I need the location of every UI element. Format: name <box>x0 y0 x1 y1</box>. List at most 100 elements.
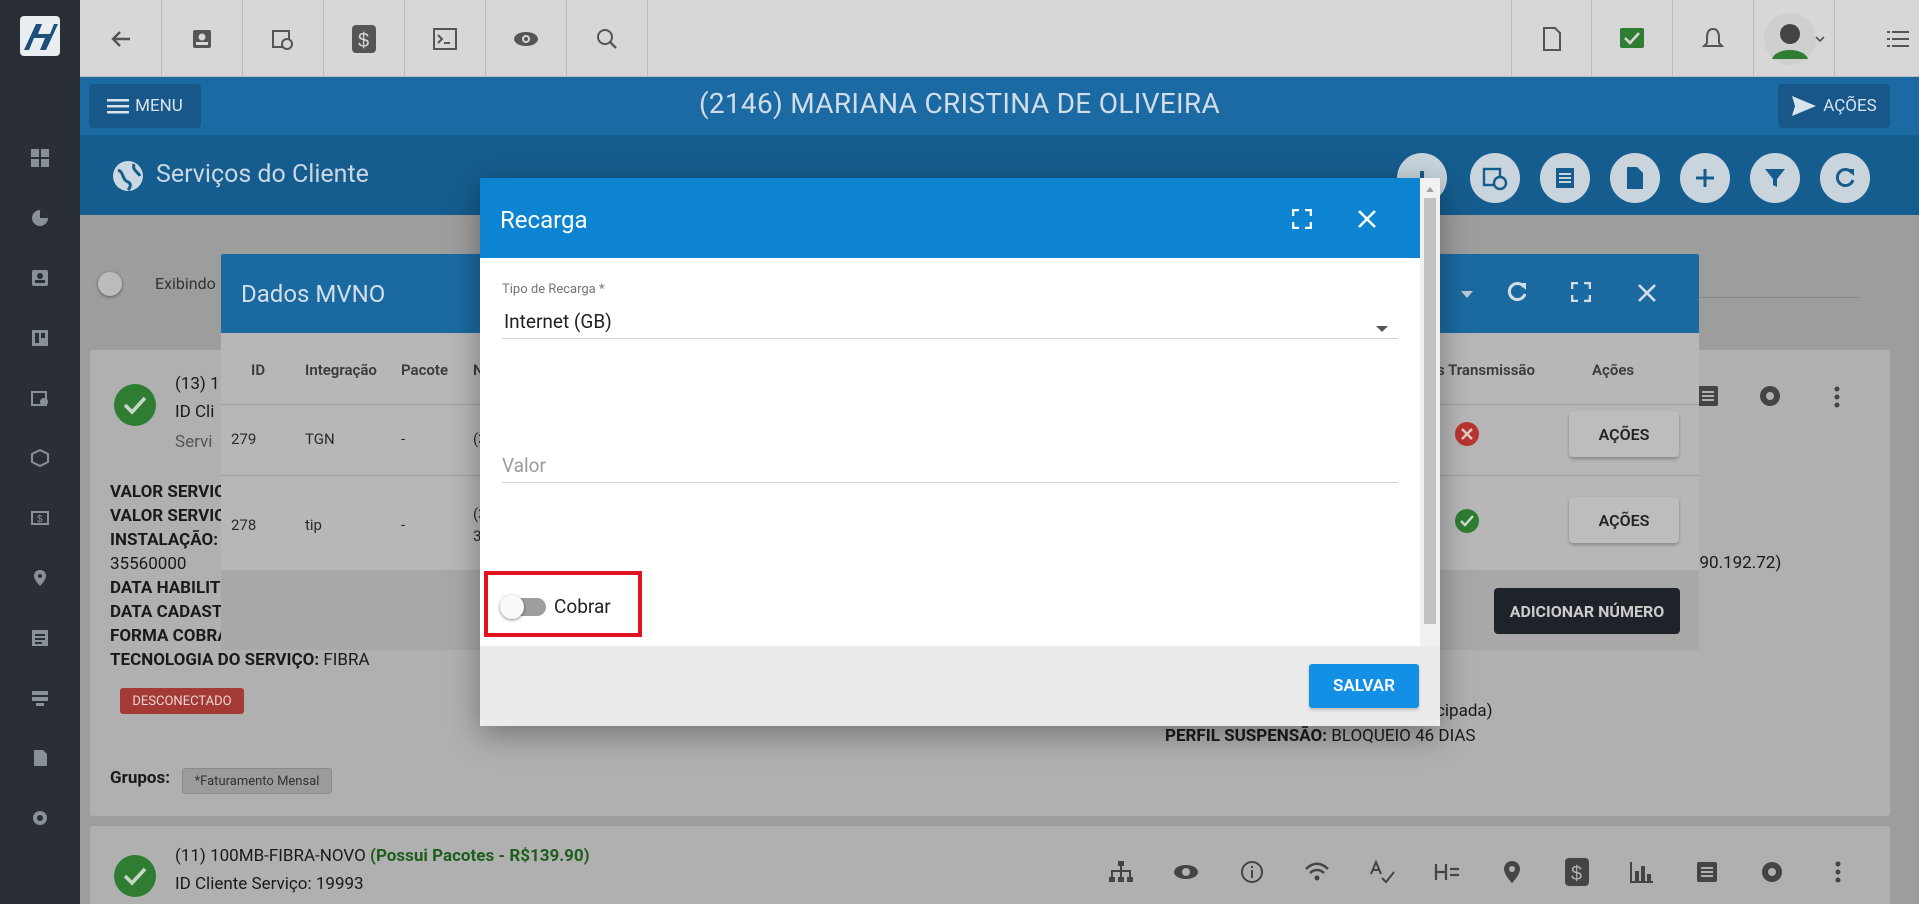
pie-chart-icon[interactable] <box>28 206 52 230</box>
top-toolbar: $ <box>80 0 1919 77</box>
checked-status-icon[interactable] <box>1592 0 1673 77</box>
exibindo-toggle[interactable] <box>98 272 144 296</box>
heading-equal-icon[interactable] <box>1433 858 1461 886</box>
search-icon[interactable] <box>567 0 648 77</box>
perfil-label: PERFIL SUSPENSÃO: <box>1165 726 1328 746</box>
add-number-button[interactable]: ADICIONAR NÚMERO <box>1494 588 1680 634</box>
wifi-icon[interactable] <box>1303 858 1331 886</box>
money-icon[interactable]: $ <box>28 506 52 530</box>
acoes-header-button[interactable]: AÇÕES <box>1778 84 1890 128</box>
network-tree-icon[interactable] <box>1107 858 1135 886</box>
list-alt-icon-2[interactable] <box>1693 858 1721 886</box>
cobrar-toggle[interactable] <box>500 595 546 619</box>
eye-icon[interactable] <box>486 0 567 77</box>
col-integracao: Integração <box>305 361 377 379</box>
card-gear-icon-2[interactable] <box>1758 858 1786 886</box>
billing-dollar-icon[interactable]: $ <box>1563 858 1591 886</box>
terminal-icon[interactable] <box>405 0 486 77</box>
svg-text:$: $ <box>37 514 43 525</box>
status-badge: DESCONECTADO <box>120 688 244 714</box>
card-gear-icon[interactable] <box>1758 384 1782 412</box>
acoes-label: AÇÕES <box>1823 96 1877 116</box>
more-vert-icon-2[interactable] <box>1824 858 1852 886</box>
scroll-up-icon[interactable] <box>1420 182 1440 196</box>
chevron-down-icon[interactable] <box>1376 318 1388 337</box>
modal-scrollbar[interactable] <box>1420 178 1440 646</box>
view-eye-icon[interactable] <box>1172 858 1200 886</box>
instalacao-label: INSTALAÇÃO: <box>110 530 219 550</box>
row2-integracao: tip <box>305 516 322 534</box>
spellcheck-icon[interactable] <box>1368 858 1396 886</box>
valor-servico-2: VALOR SERVIC <box>110 506 226 526</box>
contact-card-icon[interactable] <box>28 266 52 290</box>
list-alt-icon[interactable] <box>1697 385 1719 411</box>
bar-chart-icon[interactable] <box>1628 858 1656 886</box>
close-icon[interactable] <box>1357 209 1377 233</box>
tipo-recarga-select[interactable]: Internet (GB) <box>504 310 612 333</box>
list-icon[interactable] <box>28 626 52 650</box>
mvno-fullscreen-icon[interactable] <box>1570 281 1592 306</box>
tipo-recarga-underline <box>502 338 1398 339</box>
ip-address-partial: .90.192.72) <box>1695 553 1782 573</box>
app-logo[interactable] <box>20 16 60 56</box>
tecnologia-row: TECNOLOGIA DO SERVIÇO: FIBRA <box>110 650 370 670</box>
info-outline-icon[interactable] <box>1238 858 1266 886</box>
tipo-recarga-label: Tipo de Recarga * <box>502 282 605 297</box>
menu-button[interactable]: MENU <box>89 84 201 128</box>
refresh-button[interactable] <box>1820 153 1870 203</box>
fullscreen-icon[interactable] <box>1291 208 1313 233</box>
valor-input[interactable]: Valor <box>502 454 546 477</box>
bell-icon[interactable] <box>1673 0 1754 77</box>
cobrar-label: Cobrar <box>554 595 611 618</box>
menu-label: MENU <box>135 96 183 116</box>
col-transmissao: s Transmissão <box>1437 361 1535 379</box>
row1-integracao: TGN <box>305 430 335 448</box>
schedule-button[interactable] <box>1470 153 1520 203</box>
map-pin-icon[interactable] <box>28 566 52 590</box>
more-vert-icon[interactable] <box>1834 386 1840 412</box>
calendar-icon[interactable] <box>243 0 324 77</box>
back-arrow-icon[interactable] <box>80 0 162 77</box>
row2-acoes-button[interactable]: AÇÕES <box>1569 497 1679 543</box>
dashboard-icon[interactable] <box>28 146 52 170</box>
contact-icon[interactable] <box>162 0 243 77</box>
service2-title-row: (11) 100MB-FIBRA-NOVO (Possui Pacotes - … <box>175 846 590 866</box>
server-icon[interactable] <box>28 686 52 710</box>
document-icon[interactable] <box>28 746 52 770</box>
salvar-button[interactable]: SALVAR <box>1309 664 1419 708</box>
scroll-thumb[interactable] <box>1424 198 1436 624</box>
add-button[interactable] <box>1680 153 1730 203</box>
row1-pacote: - <box>401 430 406 448</box>
pdf-icon[interactable] <box>1511 0 1592 77</box>
success-check-icon <box>1454 508 1480 538</box>
active-check-icon <box>114 384 156 426</box>
dollar-icon[interactable]: $ <box>324 0 405 77</box>
mvno-refresh-icon[interactable] <box>1505 280 1529 308</box>
service2-id: ID Cliente Serviço: 19993 <box>175 874 364 894</box>
recarga-header: Recarga <box>480 178 1420 258</box>
col-pacote: Pacote <box>401 361 449 379</box>
location-pin-icon[interactable] <box>1498 858 1526 886</box>
cep-value: 35560000 <box>110 554 187 574</box>
exibindo-label: Exibindo <box>155 274 216 293</box>
left-sidebar: $ <box>0 0 80 904</box>
hamburger-list-icon[interactable] <box>1877 0 1919 77</box>
recarga-footer <box>480 646 1440 726</box>
file-button[interactable] <box>1610 153 1660 203</box>
calendar-clock-icon[interactable] <box>28 386 52 410</box>
data-cadastro: DATA CADAST <box>110 602 223 622</box>
avatar[interactable] <box>1754 0 1835 77</box>
service-line3: Servi <box>175 432 213 452</box>
valor-servico-1: VALOR SERVIC <box>110 482 226 502</box>
package-icon[interactable] <box>28 446 52 470</box>
row1-id: 279 <box>231 430 257 448</box>
receipt-button[interactable] <box>1540 153 1590 203</box>
row1-acoes-button[interactable]: AÇÕES <box>1569 411 1679 457</box>
mvno-close-icon[interactable] <box>1637 283 1657 307</box>
tecnologia-label: TECNOLOGIA DO SERVIÇO: <box>110 650 320 670</box>
service2-pacotes: (Possui Pacotes - R$139.90) <box>370 846 590 866</box>
dropdown-arrow-icon[interactable] <box>1461 284 1473 303</box>
settings-gear-icon[interactable] <box>28 806 52 830</box>
filter-button[interactable] <box>1750 153 1800 203</box>
board-icon[interactable] <box>28 326 52 350</box>
